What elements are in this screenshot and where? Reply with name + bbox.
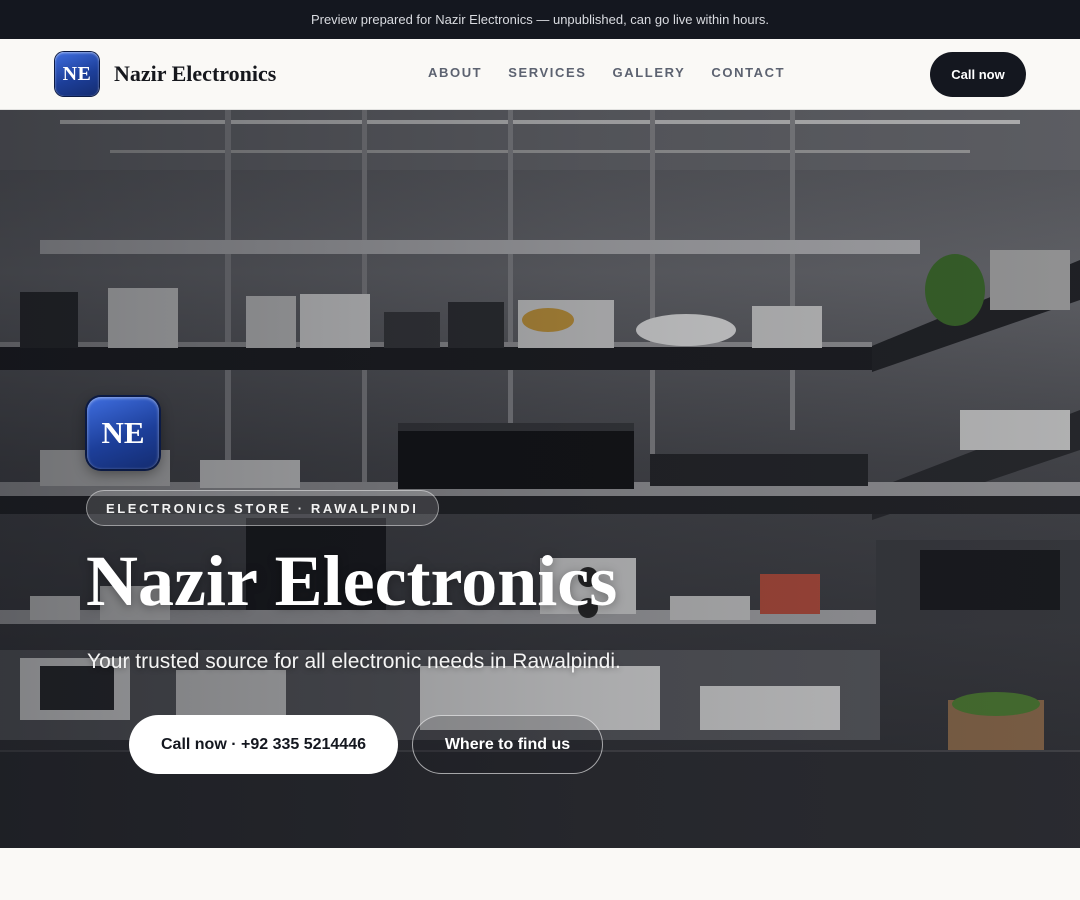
brand-name[interactable]: Nazir Electronics: [114, 61, 276, 87]
main-nav: ABOUT SERVICES GALLERY CONTACT: [428, 65, 785, 80]
logo-initials: NE: [62, 62, 92, 85]
nav-link-about[interactable]: ABOUT: [428, 65, 482, 80]
site-header: NE Nazir Electronics ABOUT SERVICES GALL…: [0, 39, 1080, 110]
preview-banner: Preview prepared for Nazir Electronics —…: [0, 0, 1080, 39]
nav-link-services[interactable]: SERVICES: [508, 65, 586, 80]
hero-section: NE ELECTRONICS STORE · RAWALPINDI Nazir …: [0, 110, 1080, 848]
nav-link-gallery[interactable]: GALLERY: [613, 65, 686, 80]
hero-call-button[interactable]: Call now · +92 335 5214446: [129, 715, 398, 774]
hero-category-tag: ELECTRONICS STORE · RAWALPINDI: [86, 490, 439, 526]
hero-subtitle: Your trusted source for all electronic n…: [87, 650, 621, 673]
nav-link-contact[interactable]: CONTACT: [711, 65, 785, 80]
hero-logo-initials: NE: [101, 415, 145, 450]
hero-location-button[interactable]: Where to find us: [412, 715, 603, 774]
header-call-button[interactable]: Call now: [930, 52, 1026, 97]
logo-badge[interactable]: NE: [55, 52, 99, 96]
hero-title: Nazir Electronics: [86, 541, 618, 621]
hero-logo-badge: NE: [87, 397, 159, 469]
preview-banner-text: Preview prepared for Nazir Electronics —…: [310, 12, 770, 27]
